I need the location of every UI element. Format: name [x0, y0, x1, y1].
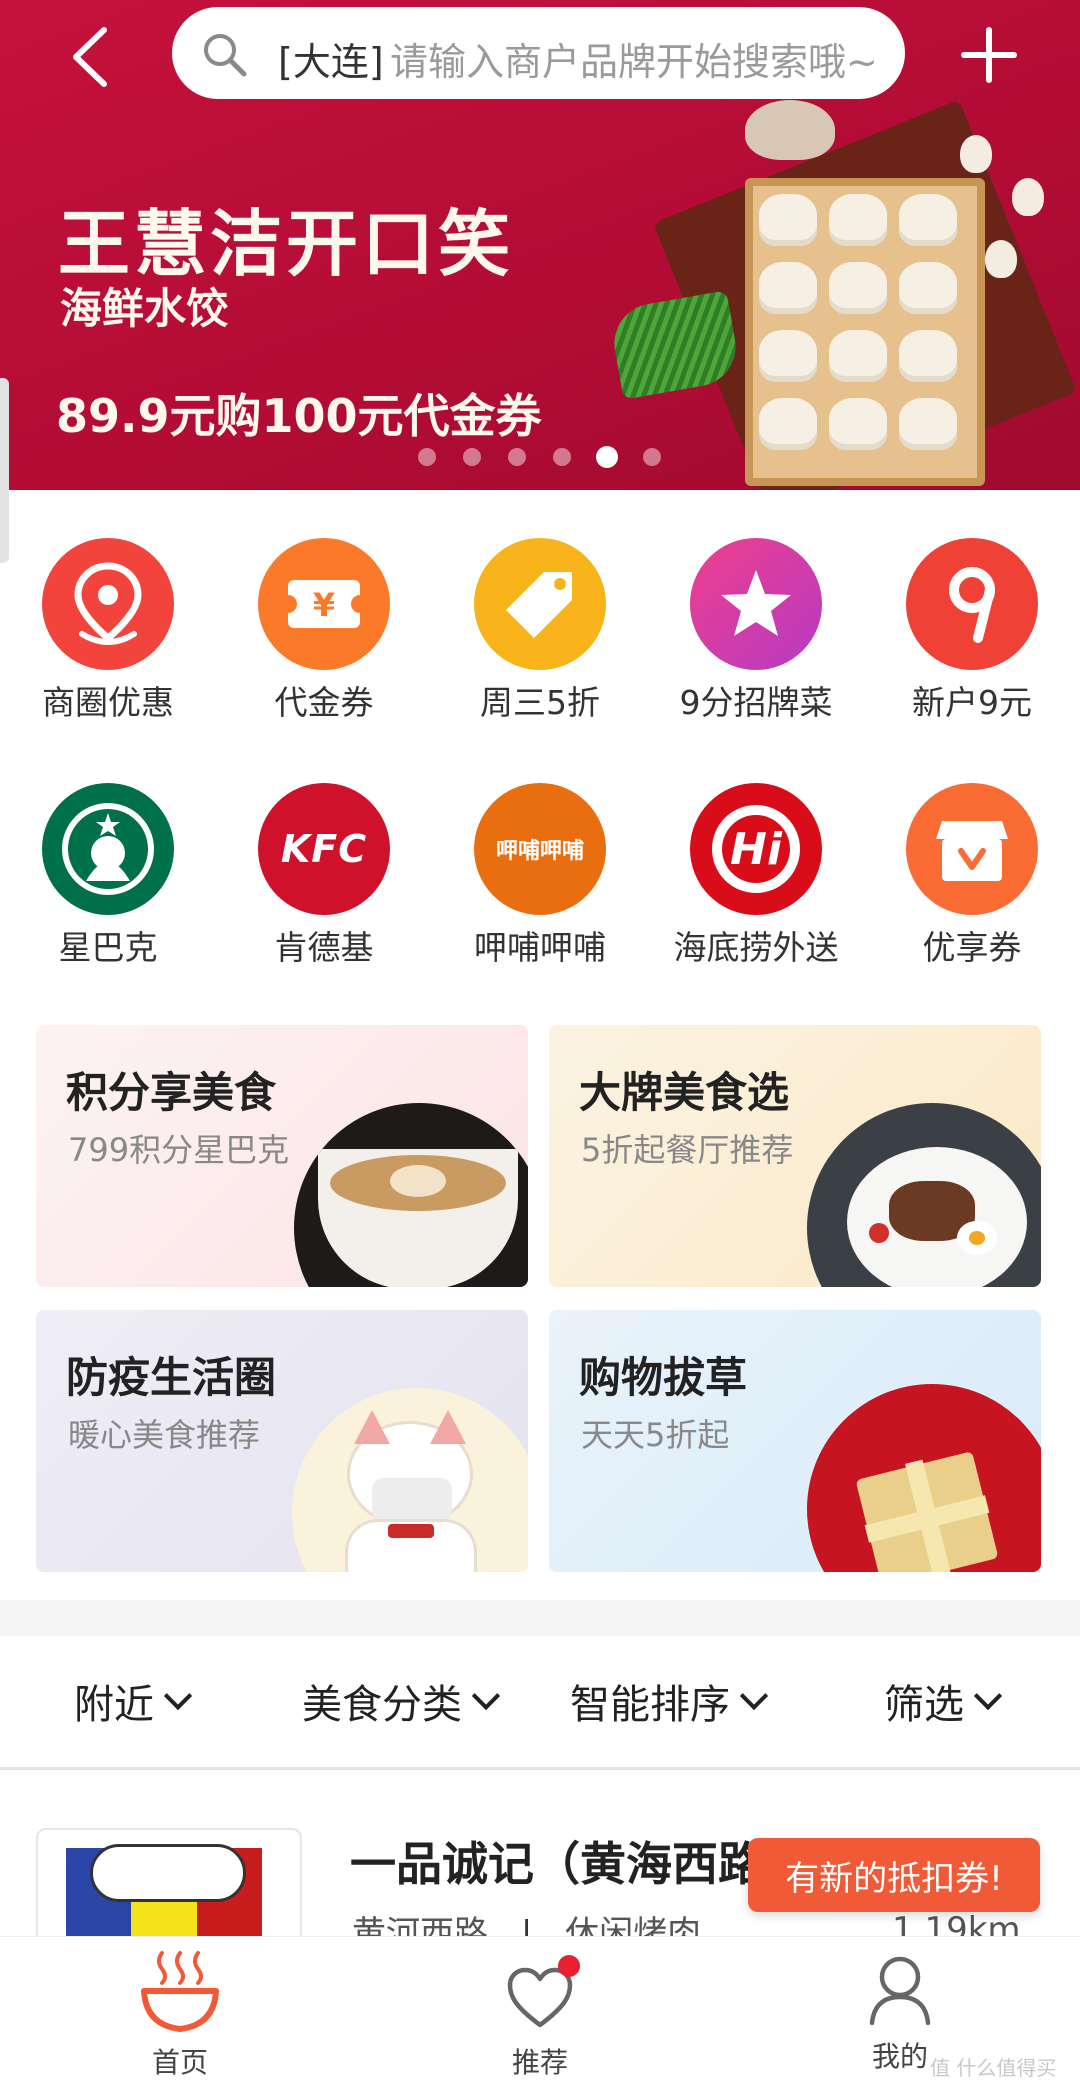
- pagination-dot[interactable]: [553, 448, 571, 466]
- card-title: 购物拔草: [579, 1353, 748, 1402]
- plus-icon: [961, 27, 1017, 83]
- grid-label: 周三5折: [480, 683, 600, 722]
- xiabu-logo: 呷哺呷哺: [474, 783, 606, 915]
- nine-icon: [906, 538, 1038, 670]
- card-subtitle: 暖心美食推荐: [68, 1416, 261, 1454]
- price-tag-icon: [474, 538, 606, 670]
- search-icon: [200, 30, 248, 78]
- banner-shrimp: [745, 100, 835, 160]
- banner-subtitle: 海鲜水饺: [60, 284, 229, 333]
- promo-card-brands[interactable]: 大牌美食选 5折起餐厅推荐: [549, 1025, 1041, 1287]
- grid-label: 代金券: [274, 683, 374, 722]
- gift-box-image: [807, 1384, 1041, 1572]
- grid-item-starbucks[interactable]: 星巴克: [0, 783, 216, 969]
- grid-item-zhaopaicai[interactable]: 9分招牌菜: [648, 538, 864, 724]
- kfc-logo: KFC: [258, 783, 390, 915]
- chevron-down-icon: [973, 1681, 1003, 1711]
- card-title: 防疫生活圈: [66, 1353, 277, 1402]
- add-button[interactable]: [960, 26, 1018, 84]
- chevron-down-icon: [471, 1681, 501, 1711]
- filter-label: 筛选: [884, 1682, 964, 1728]
- grid-item-xinhu[interactable]: 新户9元: [864, 538, 1080, 724]
- user-icon: [869, 1956, 931, 2025]
- watermark: 值 什么值得买: [930, 2056, 1057, 2080]
- search-city[interactable]: [大连]: [278, 31, 384, 86]
- heart-icon: [507, 1967, 573, 2028]
- haidilao-logo: Hi: [690, 783, 822, 915]
- filter-divider: [0, 1767, 1080, 1770]
- grid-label: 9分招牌菜: [679, 683, 833, 722]
- back-button[interactable]: [64, 22, 124, 92]
- card-title: 大牌美食选: [579, 1068, 790, 1117]
- filter-category[interactable]: 美食分类: [302, 1672, 501, 1730]
- card-subtitle: 5折起餐厅推荐: [581, 1131, 794, 1169]
- steak-image: [807, 1103, 1041, 1287]
- filter-nearby[interactable]: 附近: [74, 1672, 193, 1730]
- card-subtitle: 799积分星巴克: [68, 1131, 290, 1169]
- nav-recommend[interactable]: 推荐: [440, 1937, 640, 2089]
- promo-card-points[interactable]: 积分享美食 799积分星巴克: [36, 1025, 528, 1287]
- grid-label: 肯德基: [274, 928, 374, 967]
- banner-garlic: [960, 135, 992, 173]
- coffee-image: [294, 1103, 528, 1287]
- nav-home[interactable]: 首页: [80, 1937, 280, 2089]
- banner-garlic: [1012, 178, 1044, 216]
- grid-label: 新户9元: [912, 683, 1032, 722]
- shop-coupon-icon: [906, 783, 1038, 915]
- starbucks-logo: [42, 783, 174, 915]
- banner-pagination[interactable]: [418, 446, 668, 470]
- pagination-dot[interactable]: [463, 448, 481, 466]
- filter-label: 附近: [74, 1682, 154, 1728]
- grid-item-shangquan[interactable]: 商圈优惠: [0, 538, 216, 724]
- voucher-icon: ¥: [258, 538, 390, 670]
- bottom-navigation: 首页 推荐 我的: [0, 1936, 1080, 2089]
- pagination-dot[interactable]: [508, 448, 526, 466]
- card-subtitle: 天天5折起: [581, 1416, 730, 1454]
- nav-label: 推荐: [511, 2046, 568, 2079]
- filter-sort[interactable]: 智能排序: [570, 1672, 769, 1730]
- pagination-dot-active[interactable]: [596, 446, 618, 468]
- pagination-dot[interactable]: [418, 448, 436, 466]
- chevron-left-icon: [73, 27, 107, 87]
- card-title: 积分享美食: [66, 1068, 277, 1117]
- grid-item-haidilao[interactable]: Hi 海底捞外送: [648, 783, 864, 969]
- filter-screen[interactable]: 筛选: [884, 1672, 1003, 1730]
- grid-item-daijinquan[interactable]: ¥ 代金券: [216, 538, 432, 724]
- grid-item-zhousan[interactable]: 周三5折: [432, 538, 648, 724]
- banner-garlic: [985, 240, 1017, 278]
- filter-label: 智能排序: [570, 1682, 730, 1728]
- mascot-cat-image: [292, 1388, 528, 1572]
- grid-item-kfc[interactable]: KFC 肯德基: [216, 783, 432, 969]
- banner-dumpling-tray: [745, 178, 985, 486]
- coupon-toast[interactable]: 有新的抵扣券!: [748, 1838, 1040, 1912]
- grid-label: 商圈优惠: [42, 683, 174, 722]
- pagination-dot[interactable]: [643, 448, 661, 466]
- grid-item-youxiangquan[interactable]: 优享券: [864, 783, 1080, 969]
- nav-label: 首页: [151, 2046, 208, 2079]
- grid-label: 星巴克: [58, 928, 158, 967]
- promo-card-epidemic[interactable]: 防疫生活圈 暖心美食推荐: [36, 1310, 528, 1572]
- chevron-down-icon: [739, 1681, 769, 1711]
- promo-card-shopping[interactable]: 购物拔草 天天5折起: [549, 1310, 1041, 1572]
- location-pin-icon: [42, 538, 174, 670]
- bowl-icon: [141, 1951, 219, 2032]
- star-icon: [690, 538, 822, 670]
- grid-label: 呷哺呷哺: [474, 928, 606, 967]
- chevron-down-icon: [163, 1681, 193, 1711]
- grid-label: 优享券: [922, 928, 1022, 967]
- svg-text:¥: ¥: [313, 586, 335, 624]
- search-placeholder: 请输入商户品牌开始搜索哦~: [390, 40, 878, 84]
- filter-label: 美食分类: [302, 1682, 462, 1728]
- cloud-icon: [90, 1844, 246, 1902]
- banner-offer: 89.9元购100元代金券: [56, 389, 542, 443]
- grid-label: 海底捞外送: [673, 928, 839, 967]
- section-divider: [0, 1600, 1080, 1636]
- grid-item-xiabu[interactable]: 呷哺呷哺 呷哺呷哺: [432, 783, 648, 969]
- notification-badge: [558, 1955, 580, 1977]
- edge-drag-handle[interactable]: [0, 378, 9, 563]
